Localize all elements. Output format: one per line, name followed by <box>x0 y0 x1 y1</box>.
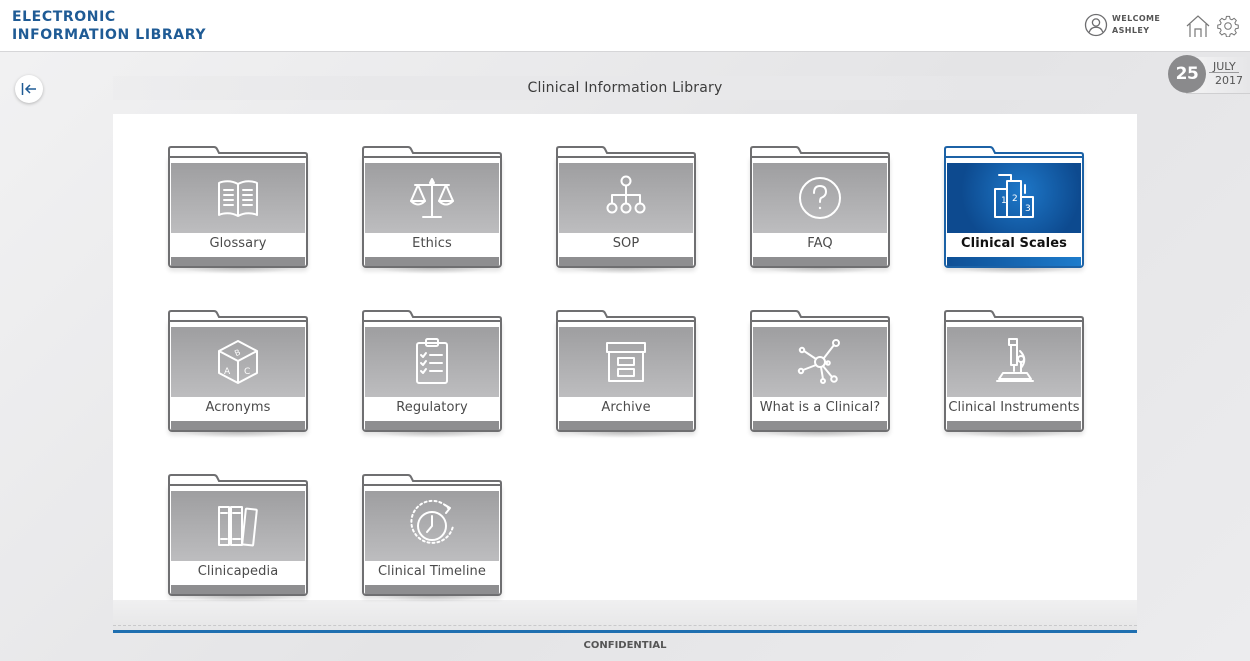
tile-art: BA C <box>171 327 305 397</box>
user-menu[interactable]: WELCOME ASHLEY <box>1084 13 1160 37</box>
tile-art <box>171 163 305 233</box>
home-icon[interactable] <box>1185 14 1211 38</box>
tile-foot <box>365 421 499 430</box>
book-icon <box>218 180 258 217</box>
tile-label: Clinical Timeline <box>365 561 499 585</box>
svg-text:3: 3 <box>1025 204 1031 214</box>
date-year: 2017 <box>1215 74 1243 87</box>
folder-body: What is a Clinical? <box>750 320 890 432</box>
svg-text:C: C <box>244 367 250 377</box>
tile-clinical-scales[interactable]: 123 Clinical Scales <box>944 146 1084 274</box>
svg-text:2: 2 <box>1012 194 1018 204</box>
tile-archive[interactable]: Archive <box>556 310 696 438</box>
tile-label: Glossary <box>171 233 305 257</box>
folder-body: Ethics <box>362 156 502 268</box>
tile-label: Clinical Scales <box>947 233 1081 257</box>
tile-ethics[interactable]: Ethics <box>362 146 502 274</box>
tile-foot <box>365 257 499 266</box>
date-divider <box>1209 72 1239 73</box>
tile-foot <box>753 421 887 430</box>
welcome-text: WELCOME ASHLEY <box>1112 13 1160 37</box>
folder-body: Clinical Instruments <box>944 320 1084 432</box>
folder-body: Regulatory <box>362 320 502 432</box>
panel-footer <box>113 600 1137 633</box>
tile-label: Archive <box>559 397 693 421</box>
page-title: Clinical Information Library <box>113 76 1137 100</box>
svg-text:1: 1 <box>1001 196 1007 206</box>
tile-art <box>171 491 305 561</box>
user-name: ASHLEY <box>1112 26 1150 35</box>
brand-line-2: INFORMATION LIBRARY <box>12 27 207 43</box>
tile-art <box>559 163 693 233</box>
back-button[interactable] <box>15 75 43 103</box>
tile-label: Clinical Instruments <box>947 397 1081 421</box>
tile-foot <box>171 257 305 266</box>
gear-icon[interactable] <box>1217 15 1239 37</box>
user-icon <box>1084 13 1108 37</box>
folder-body: Archive <box>556 320 696 432</box>
tile-label: Ethics <box>365 233 499 257</box>
svg-text:A: A <box>224 367 231 377</box>
collapse-left-icon <box>21 83 36 95</box>
tile-sop[interactable]: SOP <box>556 146 696 274</box>
tile-regulatory[interactable]: Regulatory <box>362 310 502 438</box>
tile-art <box>365 327 499 397</box>
letter-cube-icon: BA C <box>218 340 258 384</box>
app-header: ELECTRONIC INFORMATION LIBRARY WELCOME A… <box>0 0 1250 52</box>
tile-label: Clinicapedia <box>171 561 305 585</box>
tile-foot <box>559 257 693 266</box>
folder-body: 123 Clinical Scales <box>944 156 1084 268</box>
question-icon <box>799 177 841 219</box>
tile-foot <box>947 421 1081 430</box>
welcome-label: WELCOME <box>1112 14 1161 23</box>
tile-foot <box>171 421 305 430</box>
tile-label: Acronyms <box>171 397 305 421</box>
folder-body: Clinical Timeline <box>362 484 502 596</box>
confidential-label: CONFIDENTIAL <box>583 640 667 651</box>
tile-art <box>365 163 499 233</box>
tile-art <box>753 327 887 397</box>
tile-foot <box>365 585 499 594</box>
tile-clinicapedia[interactable]: Clinicapedia <box>168 474 308 602</box>
tile-art <box>365 491 499 561</box>
tile-label: FAQ <box>753 233 887 257</box>
podium-icon: 1 23 <box>994 174 1034 218</box>
folder-body: SOP <box>556 156 696 268</box>
books-icon <box>218 506 258 547</box>
tile-glossary[interactable]: Glossary <box>168 146 308 274</box>
tile-foot <box>559 421 693 430</box>
tile-clinical-instruments[interactable]: Clinical Instruments <box>944 310 1084 438</box>
clipboard-checklist-icon <box>416 338 448 384</box>
date-day: 25 <box>1168 55 1206 93</box>
svg-text:B: B <box>233 348 242 358</box>
tile-label: SOP <box>559 233 693 257</box>
brand-line-1: ELECTRONIC <box>12 9 116 25</box>
folder-body: FAQ <box>750 156 890 268</box>
tile-what-is-a-clinical[interactable]: What is a Clinical? <box>750 310 890 438</box>
tile-foot <box>171 585 305 594</box>
tile-art: 123 <box>947 163 1081 233</box>
folder-body: Glossary <box>168 156 308 268</box>
clock-history-icon <box>410 499 454 544</box>
tile-acronyms[interactable]: BA C Acronyms <box>168 310 308 438</box>
archive-box-icon <box>606 342 646 382</box>
tile-label: Regulatory <box>365 397 499 421</box>
scales-icon <box>410 178 454 218</box>
tile-faq[interactable]: FAQ <box>750 146 890 274</box>
folder-body: BA C Acronyms <box>168 320 308 432</box>
tile-art <box>753 163 887 233</box>
tile-label: What is a Clinical? <box>753 397 887 421</box>
hierarchy-icon <box>606 175 646 214</box>
tile-foot <box>947 257 1081 266</box>
tile-art <box>947 327 1081 397</box>
molecule-icon <box>797 339 840 384</box>
tile-clinical-timeline[interactable]: Clinical Timeline <box>362 474 502 602</box>
folder-body: Clinicapedia <box>168 484 308 596</box>
microscope-icon <box>996 338 1034 382</box>
app-logo-text: ELECTRONIC INFORMATION LIBRARY <box>12 8 206 44</box>
tile-foot <box>753 257 887 266</box>
tile-art <box>559 327 693 397</box>
